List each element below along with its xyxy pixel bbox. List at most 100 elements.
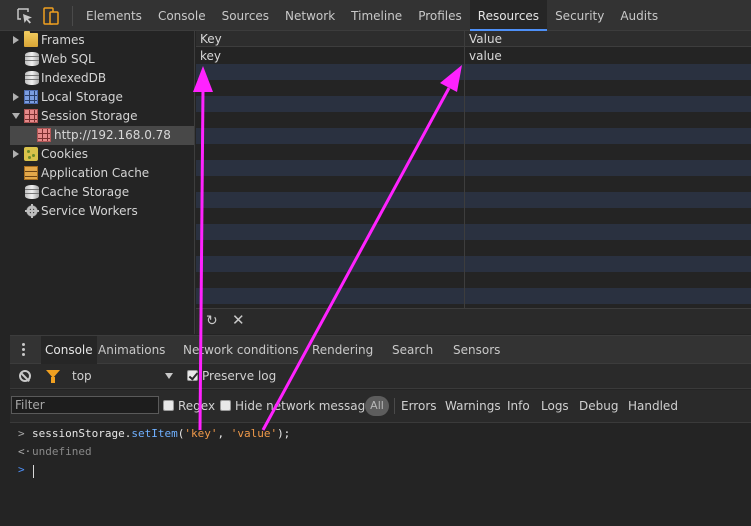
table-row[interactable]: key value bbox=[196, 48, 751, 64]
session-storage-icon bbox=[24, 109, 38, 123]
session-storage-grid: Key Value key value bbox=[196, 31, 751, 308]
console-input-entry: > sessionStorage.setItem('key', 'value')… bbox=[10, 425, 751, 443]
sidebar-item-label: Local Storage bbox=[41, 90, 123, 104]
console-messages[interactable]: > sessionStorage.setItem('key', 'value')… bbox=[10, 423, 751, 526]
tab-security[interactable]: Security bbox=[547, 0, 612, 31]
console-code[interactable]: sessionStorage.setItem('key', 'value'); bbox=[32, 425, 290, 443]
level-debug-button[interactable]: Debug bbox=[579, 397, 618, 415]
preserve-log-label[interactable]: Preserve log bbox=[202, 367, 276, 385]
sidebar-item-label: Application Cache bbox=[41, 166, 150, 180]
code-arg-key: 'key' bbox=[184, 427, 218, 440]
sidebar-item-session-storage[interactable]: Session Storage bbox=[0, 107, 194, 126]
sidebar-item-application-cache[interactable]: Application Cache bbox=[0, 164, 194, 183]
input-prompt-icon: > bbox=[18, 427, 25, 440]
context-value: top bbox=[72, 369, 92, 383]
result-prompt-icon: <· bbox=[18, 445, 32, 458]
console-prompt-line[interactable]: > bbox=[10, 461, 751, 479]
table-row bbox=[196, 64, 751, 80]
sidebar-item-cache-storage[interactable]: Cache Storage bbox=[0, 183, 194, 202]
chevron-down-icon[interactable] bbox=[165, 373, 173, 379]
table-row bbox=[196, 272, 751, 288]
cell-key[interactable]: key bbox=[200, 48, 221, 64]
prompt-chevron-icon: > bbox=[18, 463, 25, 476]
hide-network-checkbox[interactable] bbox=[220, 400, 231, 411]
table-row bbox=[196, 96, 751, 112]
database-icon bbox=[25, 52, 39, 66]
sidebar-item-label: Session Storage bbox=[41, 109, 138, 123]
table-row bbox=[196, 192, 751, 208]
code-method: setItem bbox=[131, 427, 178, 440]
table-row bbox=[196, 112, 751, 128]
level-logs-button[interactable]: Logs bbox=[541, 397, 569, 415]
console-filter-bar: Regex Hide network messages All Errors W… bbox=[10, 390, 751, 423]
tab-sources[interactable]: Sources bbox=[214, 0, 277, 31]
tab-elements[interactable]: Elements bbox=[78, 0, 150, 31]
devtools-tab-bar: Elements Console Sources Network Timelin… bbox=[0, 0, 751, 31]
cell-value[interactable]: value bbox=[469, 48, 502, 64]
refresh-icon[interactable]: ↻ bbox=[206, 314, 220, 328]
sidebar-item-cookies[interactable]: Cookies bbox=[0, 145, 194, 164]
expand-arrow-icon[interactable] bbox=[13, 150, 19, 158]
console-result-entry: <· undefined bbox=[10, 443, 751, 461]
tab-network[interactable]: Network bbox=[277, 0, 343, 31]
database-icon bbox=[25, 71, 39, 85]
column-header-key[interactable]: Key bbox=[200, 31, 222, 47]
clear-console-icon[interactable] bbox=[19, 370, 31, 382]
sidebar-item-label: http://192.168.0.78 bbox=[54, 128, 171, 142]
table-row bbox=[196, 160, 751, 176]
database-icon bbox=[25, 185, 39, 199]
level-info-button[interactable]: Info bbox=[507, 397, 530, 415]
tab-timeline[interactable]: Timeline bbox=[343, 0, 410, 31]
expand-arrow-icon[interactable] bbox=[13, 36, 19, 44]
hide-network-label[interactable]: Hide network messages bbox=[235, 397, 379, 415]
tab-console[interactable]: Console bbox=[150, 0, 214, 31]
sidebar-item-label: Frames bbox=[41, 33, 85, 47]
tab-resources[interactable]: Resources bbox=[469, 0, 548, 31]
drawer-tab-network-conditions[interactable]: Network conditions bbox=[183, 336, 299, 364]
table-row bbox=[196, 288, 751, 304]
level-handled-button[interactable]: Handled bbox=[628, 397, 678, 415]
filter-divider bbox=[394, 398, 395, 414]
collapse-arrow-icon[interactable] bbox=[12, 113, 20, 119]
filter-input[interactable] bbox=[11, 396, 159, 414]
regex-label[interactable]: Regex bbox=[178, 397, 215, 415]
regex-checkbox[interactable] bbox=[163, 400, 174, 411]
drawer-tab-sensors[interactable]: Sensors bbox=[453, 336, 500, 364]
sidebar-item-frames[interactable]: Frames bbox=[0, 31, 194, 50]
sidebar-item-session-origin[interactable]: http://192.168.0.78 bbox=[10, 126, 194, 145]
sidebar-item-indexeddb[interactable]: IndexedDB bbox=[0, 69, 194, 88]
inspect-element-icon[interactable] bbox=[17, 8, 33, 24]
level-all-button[interactable]: All bbox=[365, 396, 389, 416]
sidebar-item-label: IndexedDB bbox=[41, 71, 107, 85]
more-menu-icon[interactable] bbox=[22, 343, 26, 357]
drawer-tab-console[interactable]: Console bbox=[41, 336, 97, 364]
drawer-tab-bar: Console Animations Network conditions Re… bbox=[10, 335, 751, 364]
column-header-value[interactable]: Value bbox=[469, 31, 502, 47]
table-row bbox=[196, 240, 751, 256]
grid-toolbar: ↻ ✕ bbox=[196, 308, 751, 334]
toolbar-divider bbox=[72, 6, 73, 26]
context-selector[interactable]: top bbox=[72, 367, 178, 385]
sidebar-item-service-workers[interactable]: Service Workers bbox=[0, 202, 194, 221]
drawer-tab-rendering[interactable]: Rendering bbox=[312, 336, 373, 364]
drawer-tab-search[interactable]: Search bbox=[392, 336, 433, 364]
preserve-log-checkbox[interactable] bbox=[187, 370, 198, 381]
tab-profiles[interactable]: Profiles bbox=[410, 0, 470, 31]
gear-icon bbox=[25, 204, 39, 218]
tab-audits[interactable]: Audits bbox=[612, 0, 666, 31]
level-errors-button[interactable]: Errors bbox=[401, 397, 437, 415]
level-warnings-button[interactable]: Warnings bbox=[445, 397, 501, 415]
sidebar-item-web-sql[interactable]: Web SQL bbox=[0, 50, 194, 69]
drawer-tab-animations[interactable]: Animations bbox=[98, 336, 165, 364]
clear-icon[interactable]: ✕ bbox=[232, 313, 246, 328]
resources-sidebar: Frames Web SQL IndexedDB Local Storage S… bbox=[0, 31, 195, 334]
column-divider[interactable] bbox=[464, 31, 465, 308]
text-caret bbox=[33, 465, 34, 478]
filter-icon[interactable] bbox=[46, 370, 60, 383]
folder-icon bbox=[24, 31, 38, 47]
sidebar-item-label: Cache Storage bbox=[41, 185, 130, 199]
console-result[interactable]: undefined bbox=[32, 443, 92, 461]
device-mode-icon[interactable] bbox=[43, 7, 59, 25]
sidebar-item-local-storage[interactable]: Local Storage bbox=[0, 88, 194, 107]
expand-arrow-icon[interactable] bbox=[13, 93, 19, 101]
